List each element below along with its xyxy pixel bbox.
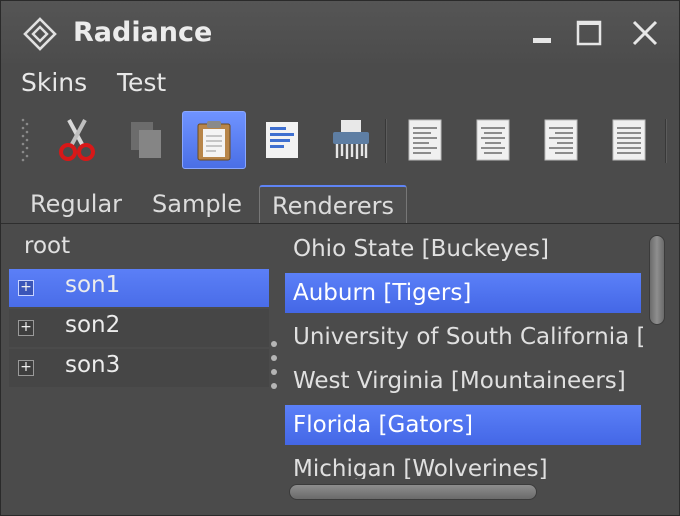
cut-button[interactable] [45, 111, 109, 169]
toolbar-grip-icon[interactable] [21, 117, 29, 163]
tree-root-label[interactable]: root [24, 233, 70, 259]
cut-icon [59, 119, 95, 161]
tab-regular[interactable]: Regular [19, 185, 133, 223]
paste-icon [197, 121, 231, 161]
tree-node-son3[interactable]: + son3 [9, 349, 269, 387]
list-item[interactable]: West Virginia [Mountaineers] [285, 361, 641, 401]
horizontal-scroll-thumb[interactable] [289, 484, 537, 500]
format-button[interactable] [250, 111, 314, 169]
teams-list[interactable]: Ohio State [Buckeyes] Auburn [Tigers] Un… [285, 227, 643, 479]
tree-view[interactable]: root + son1 + son2 + son3 [9, 227, 269, 427]
split-pane-divider[interactable] [268, 339, 280, 397]
format-icon [266, 122, 298, 158]
tree-node-label: son3 [65, 352, 121, 378]
toolbar-separator [385, 119, 387, 163]
menu-skins[interactable]: Skins [21, 68, 87, 97]
menu-bar: Skins Test [1, 63, 679, 103]
paste-button[interactable] [182, 111, 246, 169]
app-window: Radiance Skins Test Regular Sample Rende… [0, 0, 680, 516]
minimize-icon [533, 38, 551, 43]
toolbar-separator [665, 119, 667, 163]
maximize-icon [576, 20, 602, 46]
radiance-diamond-icon [23, 17, 57, 51]
shredder-icon [333, 120, 369, 159]
vertical-scroll-thumb[interactable] [649, 235, 665, 325]
align-center-button[interactable] [461, 111, 525, 169]
window-title: Radiance [73, 17, 213, 48]
close-icon [632, 20, 658, 46]
tab-divider [1, 223, 679, 224]
tree-node-label: son1 [65, 272, 121, 298]
list-item[interactable]: Auburn [Tigers] [285, 273, 641, 313]
list-item[interactable]: Ohio State [Buckeyes] [285, 229, 641, 269]
align-left-icon [408, 119, 442, 161]
shredder-button[interactable] [319, 111, 383, 169]
copy-icon [131, 122, 161, 158]
close-button[interactable] [627, 15, 663, 51]
copy-button[interactable] [113, 111, 177, 169]
vertical-scrollbar[interactable] [647, 233, 667, 475]
tree-node-label: son2 [65, 312, 121, 338]
toolbar [1, 105, 679, 171]
expand-plus-icon[interactable]: + [18, 320, 34, 336]
title-bar[interactable]: Radiance [1, 1, 679, 63]
maximize-button[interactable] [571, 15, 607, 51]
expand-plus-icon[interactable]: + [18, 280, 34, 296]
align-right-button[interactable] [529, 111, 593, 169]
list-item[interactable]: Michigan [Wolverines] [285, 449, 641, 479]
tree-node-son1[interactable]: + son1 [9, 269, 269, 307]
tab-renderers[interactable]: Renderers [259, 185, 407, 223]
tab-strip: Regular Sample Renderers [1, 183, 679, 225]
align-center-icon [476, 119, 510, 161]
align-left-button[interactable] [393, 111, 457, 169]
tab-sample[interactable]: Sample [141, 185, 253, 223]
align-right-icon [544, 119, 578, 161]
list-item[interactable]: University of South California [ [285, 317, 643, 357]
menu-test[interactable]: Test [117, 68, 166, 97]
horizontal-scrollbar[interactable] [287, 481, 643, 503]
align-justify-button[interactable] [597, 111, 661, 169]
align-justify-icon [612, 119, 646, 161]
expand-plus-icon[interactable]: + [18, 360, 34, 376]
list-item[interactable]: Florida [Gators] [285, 405, 641, 445]
minimize-button[interactable] [523, 15, 559, 51]
tree-node-son2[interactable]: + son2 [9, 309, 269, 347]
